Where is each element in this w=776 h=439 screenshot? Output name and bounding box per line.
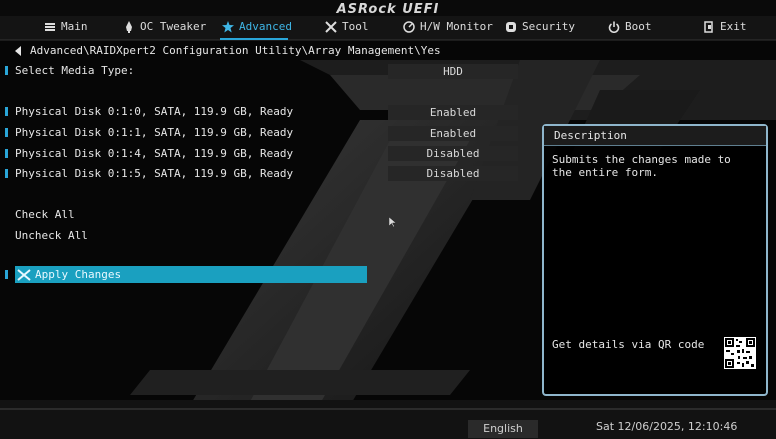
apply-changes-button[interactable]: Apply Changes — [15, 266, 367, 283]
tab-advanced[interactable]: Advanced — [222, 16, 292, 38]
check-all-button[interactable]: Check All — [15, 208, 75, 221]
shield-icon — [506, 22, 516, 32]
tab-main-label: Main — [61, 20, 88, 33]
breadcrumb: Advanced\RAIDXpert2 Configuration Utilit… — [14, 44, 441, 57]
disk-3-select[interactable]: Disabled — [388, 166, 518, 181]
tab-advanced-label: Advanced — [239, 20, 292, 33]
star-icon — [222, 21, 234, 33]
uncheck-all-button[interactable]: Uncheck All — [15, 229, 88, 242]
row-marker — [5, 66, 8, 75]
tab-hw-monitor[interactable]: H/W Monitor — [403, 16, 493, 38]
tab-oc-tweaker[interactable]: OC Tweaker — [123, 16, 206, 38]
row-marker — [5, 270, 8, 279]
disk-2-label: Physical Disk 0:1:4, SATA, 119.9 GB, Rea… — [15, 147, 294, 160]
row-marker — [5, 107, 8, 116]
row-marker — [5, 149, 8, 158]
tab-exit[interactable]: Exit — [703, 16, 747, 38]
tab-oc-tweaker-label: OC Tweaker — [140, 20, 207, 33]
top-nav: Main OC Tweaker Advanced Tool H/W Monito… — [0, 16, 776, 38]
disk-2-select[interactable]: Disabled — [388, 146, 518, 161]
tab-tool[interactable]: Tool — [325, 16, 369, 38]
qr-label: Get details via QR code — [552, 338, 705, 351]
tools-icon — [17, 268, 31, 281]
tab-security-label: Security — [522, 20, 575, 33]
language-selector[interactable]: English — [468, 420, 538, 438]
tab-hw-monitor-label: H/W Monitor — [420, 20, 493, 33]
brand-logo: ASRock UEFI — [336, 2, 440, 17]
row-marker — [5, 128, 8, 137]
breadcrumb-path: Advanced\RAIDXpert2 Configuration Utilit… — [30, 44, 441, 57]
disk-1-label: Physical Disk 0:1:1, SATA, 119.9 GB, Rea… — [15, 126, 294, 139]
disk-3-label: Physical Disk 0:1:5, SATA, 119.9 GB, Rea… — [15, 167, 294, 180]
active-tab-indicator — [220, 38, 288, 40]
qr-code-icon — [724, 337, 756, 369]
tab-main[interactable]: Main — [44, 16, 88, 38]
monitor-icon — [403, 21, 415, 33]
description-title: Description — [544, 126, 766, 146]
tab-boot-label: Boot — [625, 20, 652, 33]
disk-0-select[interactable]: Enabled — [388, 105, 518, 120]
tools-icon — [325, 21, 337, 33]
datetime-display: Sat 12/06/2025, 12:10:46 — [596, 420, 738, 433]
media-type-select[interactable]: HDD — [388, 64, 518, 79]
tab-tool-label: Tool — [342, 20, 369, 33]
list-icon — [45, 23, 55, 31]
disk-0-label: Physical Disk 0:1:0, SATA, 119.9 GB, Rea… — [15, 105, 294, 118]
row-marker — [5, 169, 8, 178]
tab-security[interactable]: Security — [505, 16, 575, 38]
disk-1-select[interactable]: Enabled — [388, 126, 518, 141]
tab-boot[interactable]: Boot — [608, 16, 652, 38]
power-icon — [608, 21, 620, 33]
back-arrow-icon[interactable] — [14, 45, 22, 56]
description-panel: Description Submits the changes made to … — [542, 124, 768, 396]
apply-changes-label: Apply Changes — [35, 268, 122, 281]
rocket-icon — [126, 21, 132, 33]
mouse-cursor-icon — [389, 217, 397, 227]
description-text: Submits the changes made to the entire f… — [552, 153, 731, 179]
media-type-label: Select Media Type: — [15, 64, 135, 77]
exit-icon — [704, 21, 713, 33]
tab-exit-label: Exit — [720, 20, 747, 33]
